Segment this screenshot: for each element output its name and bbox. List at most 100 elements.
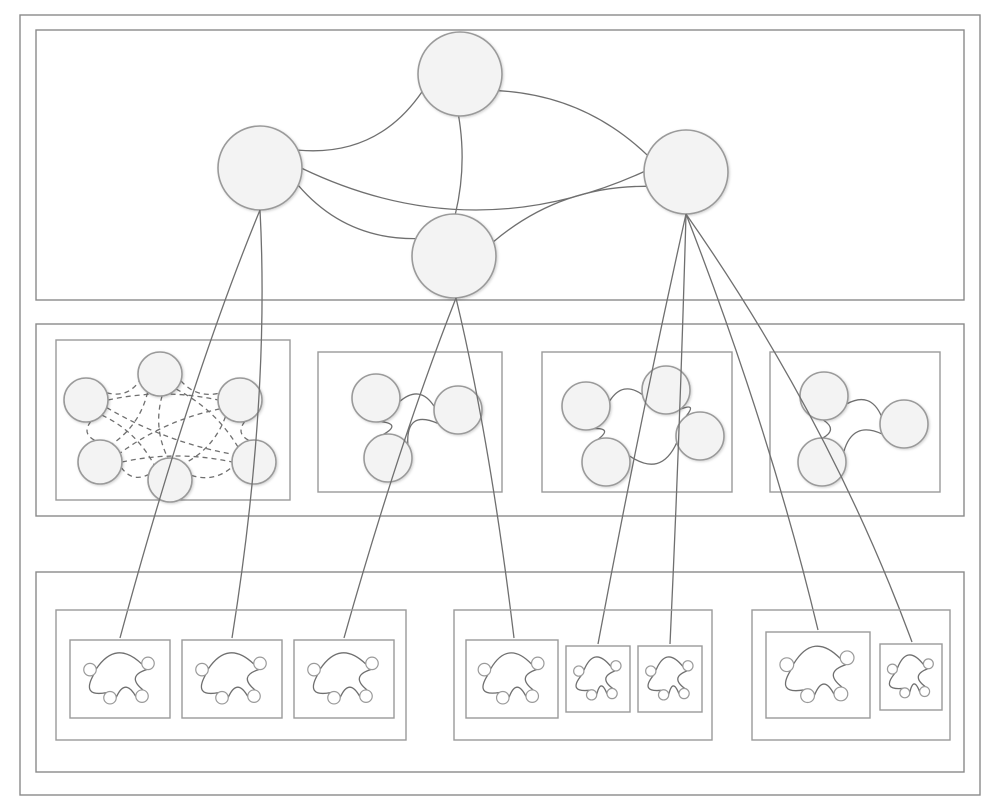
subgroup-frame [294,640,394,718]
node-t1 [418,32,502,116]
node-m1c [218,378,262,422]
edge [833,665,846,688]
edge [584,657,611,670]
motif-node [887,664,897,674]
edge [597,686,607,695]
node-t3 [644,130,728,214]
motif [84,653,154,704]
edge [610,389,643,401]
edge [525,670,536,690]
edge [96,653,142,669]
node-m3c [582,438,630,486]
node-m2b [434,386,482,434]
motif-node [196,663,208,675]
motif-node [254,657,266,669]
motif [478,653,544,704]
edge [320,653,366,669]
edge [121,467,148,477]
edge [192,467,233,478]
inter-tier-links [120,210,912,644]
tier-bottom [36,572,964,772]
motif-node [607,688,617,698]
motif-node [216,691,228,703]
motif-node [497,691,509,703]
node-t4 [412,214,496,298]
group-m4 [770,352,940,492]
edge [648,676,661,691]
motif-node [308,663,320,675]
motif-node [574,666,584,676]
edge [208,653,254,669]
edge [181,381,219,395]
node-m3d [676,412,724,460]
subgroup-frame [638,646,702,712]
node-m2a [352,374,400,422]
motif-node [801,689,815,703]
edge [340,687,360,697]
motif-node [900,688,910,698]
group-m1 [56,340,290,502]
edge [455,116,462,214]
edge [89,675,106,694]
edge [359,670,371,690]
motif-node [248,690,260,702]
edge [120,409,220,453]
motif [887,655,933,698]
node-t2 [218,126,302,210]
motif-node [136,690,148,702]
edge [298,92,422,151]
edge [116,687,136,697]
edge [491,653,532,669]
inter-link [456,298,514,638]
motif-node [586,690,596,700]
edge [785,670,803,690]
motif-node [104,691,116,703]
motif-node [679,688,689,698]
edge [302,168,644,210]
motif-node [840,651,854,665]
group-m2 [318,352,502,492]
inter-link [232,210,262,638]
node-m1a [64,378,108,422]
edge [499,91,648,156]
group-m3 [542,352,732,492]
motif-node [683,661,693,671]
edge [910,684,920,693]
motif-node [328,691,340,703]
subgroup-frame [566,646,630,712]
edge [576,676,589,691]
subgroup-frame [466,640,558,718]
edge [241,421,249,440]
subgroup-frame [182,640,282,718]
motif-node [646,666,656,676]
motif [574,657,621,700]
motif [780,646,854,702]
edge [107,381,139,394]
motif-node [532,657,544,669]
edge [135,670,147,690]
edge [844,430,882,452]
motif-node [142,657,154,669]
edge [184,417,225,464]
edge [201,675,218,694]
motif-node [780,658,794,672]
edge [159,396,168,458]
edge [678,671,687,689]
group-frame [56,610,406,740]
edge [483,675,499,693]
edge [669,686,679,695]
motif [646,657,693,700]
node-m3a [562,382,610,430]
motif-node [923,659,933,669]
node-m4a [800,372,848,420]
subgroup-frame [70,640,170,718]
edge [247,670,259,690]
node-m4b [880,400,928,448]
edge [408,419,439,444]
motif-node [658,690,668,700]
edge [298,185,416,238]
edge [112,392,147,444]
group-b3 [752,610,950,740]
edge [823,420,831,438]
motif-node [360,690,372,702]
